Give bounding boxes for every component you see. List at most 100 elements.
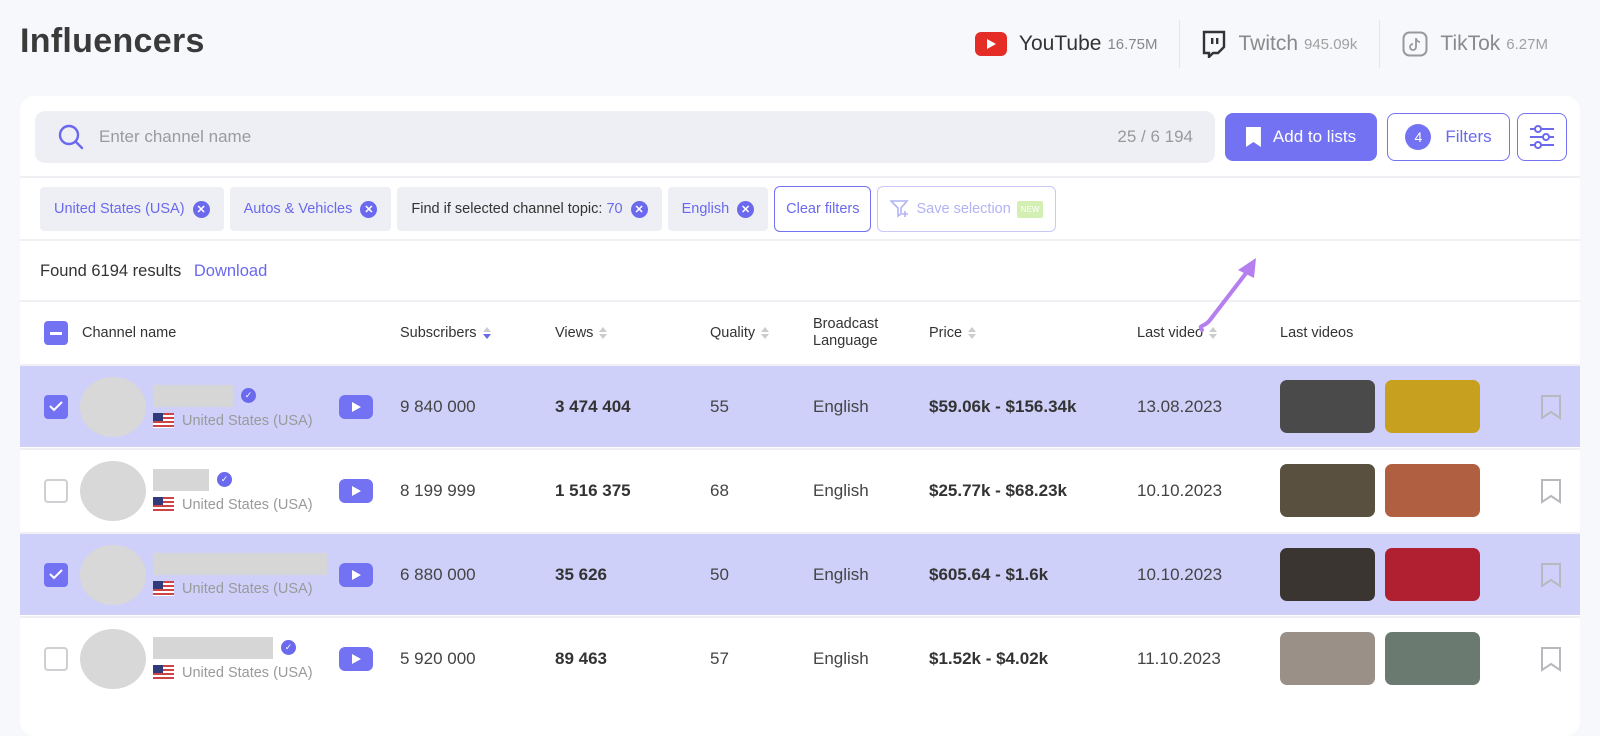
quality-value: 68	[710, 480, 729, 500]
chip-prefix: Find if selected channel topic:	[411, 201, 603, 217]
remove-filter-icon[interactable]: ✕	[360, 200, 378, 218]
channel-name-redacted[interactable]	[153, 384, 233, 407]
twitch-icon	[1203, 30, 1226, 58]
us-flag-icon	[153, 497, 174, 512]
search-icon	[58, 124, 84, 150]
platform-name: YouTube	[1018, 32, 1102, 55]
col-views[interactable]: Views	[555, 302, 608, 364]
col-quality[interactable]: Quality	[710, 302, 770, 364]
quality-value: 55	[710, 396, 729, 416]
video-thumbnail[interactable]	[1385, 548, 1480, 601]
avatar[interactable]	[80, 460, 146, 521]
bookmark-icon	[1245, 127, 1261, 147]
check-icon	[49, 569, 63, 580]
row-checkbox[interactable]	[44, 394, 68, 419]
video-thumbnail[interactable]	[1280, 632, 1375, 685]
found-count: Found 6194 results	[40, 262, 182, 280]
avatar[interactable]	[80, 376, 146, 437]
results-counter: 25 / 6 194	[1117, 127, 1193, 146]
tab-tiktok[interactable]: TikTok 6.27M	[1379, 20, 1570, 68]
video-thumbnail[interactable]	[1280, 464, 1375, 517]
col-label: Quality	[710, 325, 756, 341]
remove-filter-icon[interactable]: ✕	[630, 200, 648, 218]
top-bar: Influencers YouTube 16.75M Twitch 945.09…	[0, 0, 1600, 90]
subscribers-value: 6 880 000	[400, 564, 476, 584]
channel-name-redacted[interactable]	[153, 636, 273, 659]
youtube-link-button[interactable]	[339, 646, 373, 671]
views-value: 35 626	[555, 564, 607, 584]
channel-country: United States (USA)	[182, 664, 313, 681]
col-label: Subscribers	[400, 325, 477, 341]
col-label: Views	[555, 325, 594, 341]
tab-twitch[interactable]: Twitch 945.09k	[1179, 20, 1379, 68]
video-thumbnail[interactable]	[1385, 632, 1480, 685]
youtube-link-button[interactable]	[339, 394, 373, 419]
col-subscribers[interactable]: Subscribers	[400, 302, 491, 364]
save-selection-button[interactable]: Save selection NEW	[877, 186, 1057, 232]
youtube-link-button[interactable]	[339, 478, 373, 503]
filters-count-badge: 4	[1405, 124, 1432, 150]
subscribers-value: 8 199 999	[400, 480, 476, 500]
clear-filters-button[interactable]: Clear filters	[774, 186, 872, 232]
avatar[interactable]	[80, 544, 146, 605]
bookmark-icon[interactable]	[1540, 562, 1562, 588]
row-checkbox[interactable]	[44, 478, 68, 503]
filter-chip-language: English ✕	[667, 187, 769, 231]
col-label: Broadcast	[813, 316, 879, 332]
remove-filter-icon[interactable]: ✕	[192, 200, 210, 218]
youtube-link-button[interactable]	[339, 562, 373, 587]
video-thumbnail[interactable]	[1280, 380, 1375, 433]
channel-search-input[interactable]	[99, 127, 1118, 147]
price-value: $605.64 - $1.6k	[929, 564, 1049, 584]
sort-icon	[761, 327, 770, 339]
remove-filter-icon[interactable]: ✕	[737, 200, 755, 218]
table-row[interactable]: ✓ United States (USA) 9 840 000 3 474 404 55…	[20, 364, 1580, 447]
bookmark-icon[interactable]	[1540, 394, 1562, 420]
download-link[interactable]: Download	[194, 262, 267, 280]
chip-label: English	[681, 201, 730, 217]
subscribers-value: 9 840 000	[400, 396, 476, 416]
column-settings-button[interactable]	[1517, 113, 1567, 161]
us-flag-icon	[153, 665, 174, 680]
row-checkbox[interactable]	[44, 562, 68, 587]
channel-name-redacted[interactable]	[153, 552, 327, 575]
language-value: English	[813, 648, 869, 668]
col-language: Broadcast Language	[813, 302, 878, 364]
filter-chip-country: United States (USA) ✕	[40, 187, 224, 231]
col-label: Language	[813, 333, 878, 349]
table-row[interactable]: United States (USA) 6 880 000 35 626 50 Engl…	[20, 532, 1580, 615]
filters-button[interactable]: 4 Filters	[1387, 113, 1510, 161]
new-badge: NEW	[1016, 200, 1044, 218]
verified-icon: ✓	[217, 472, 232, 487]
youtube-icon	[974, 32, 1007, 56]
select-all-checkbox[interactable]	[44, 321, 68, 345]
tab-youtube[interactable]: YouTube 16.75M	[953, 20, 1180, 68]
platform-count: 945.09k	[1304, 35, 1358, 53]
last-video-date: 10.10.2023	[1137, 480, 1223, 500]
bookmark-icon[interactable]	[1540, 478, 1562, 504]
avatar[interactable]	[80, 628, 146, 689]
price-value: $25.77k - $68.23k	[929, 480, 1068, 500]
divider	[20, 176, 1580, 178]
add-to-lists-button[interactable]: Add to lists	[1225, 113, 1377, 161]
platform-count: 16.75M	[1107, 35, 1158, 53]
video-thumbnail[interactable]	[1385, 380, 1480, 433]
verified-icon: ✓	[241, 388, 256, 403]
col-price[interactable]: Price	[929, 302, 977, 364]
results-card: 25 / 6 194 Add to lists 4 Filters United…	[20, 96, 1580, 736]
video-thumbnail[interactable]	[1280, 548, 1375, 601]
divider	[20, 239, 1580, 241]
us-flag-icon	[153, 581, 174, 596]
channel-name-redacted[interactable]	[153, 468, 209, 491]
bookmark-icon[interactable]	[1540, 646, 1562, 672]
chip-label: United States (USA)	[54, 201, 185, 217]
row-checkbox[interactable]	[44, 646, 68, 671]
channel-country: United States (USA)	[182, 412, 313, 429]
tiktok-icon	[1402, 31, 1428, 57]
last-video-date: 13.08.2023	[1137, 396, 1223, 416]
video-thumbnail[interactable]	[1385, 464, 1480, 517]
chip-label: Autos & Vehicles	[243, 201, 353, 217]
table-row[interactable]: ✓ United States (USA) 8 199 999 1 516 375 68…	[20, 448, 1580, 531]
table-row[interactable]: ✓ United States (USA) 5 920 000 89 463 57 Eng…	[20, 616, 1580, 699]
table-header: Channel name Subscribers Views Quality B…	[20, 302, 1580, 364]
